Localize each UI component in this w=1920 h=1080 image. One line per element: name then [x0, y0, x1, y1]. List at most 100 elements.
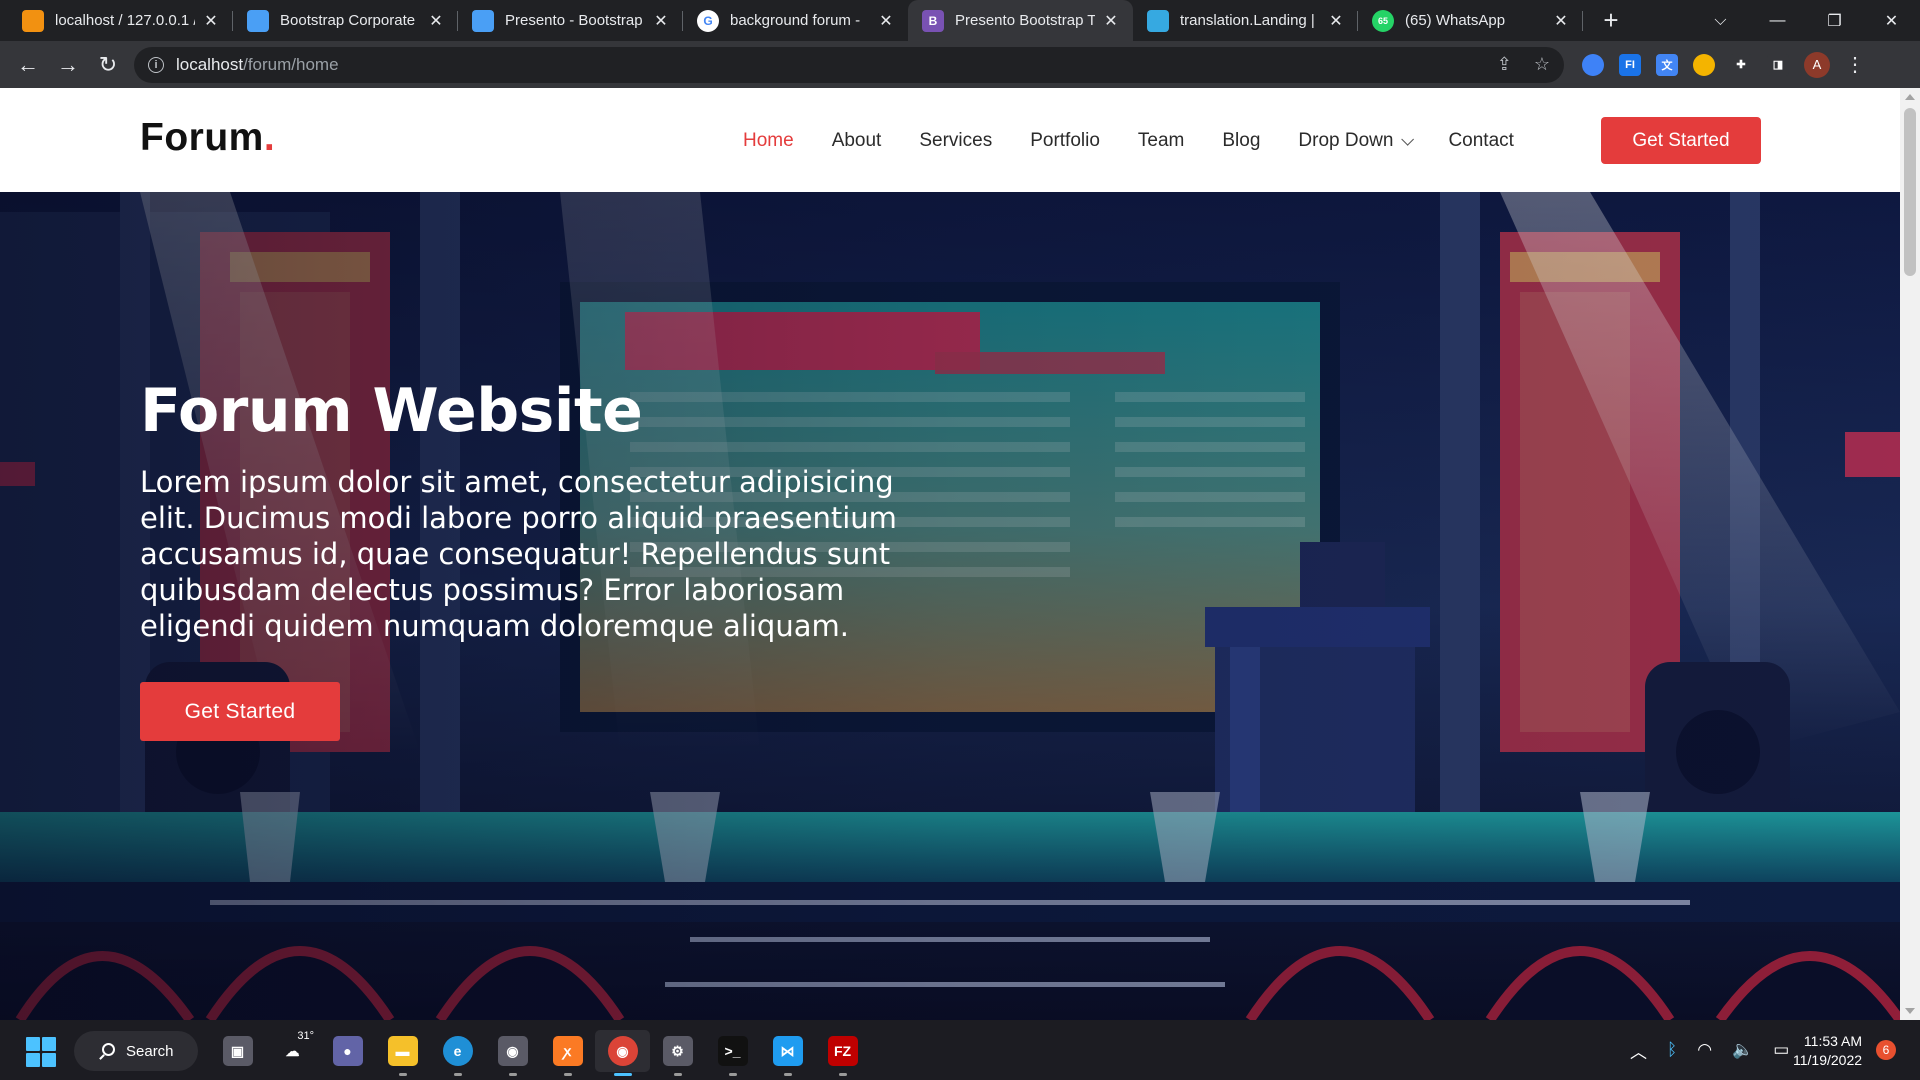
nav-portfolio[interactable]: Portfolio — [1030, 130, 1100, 152]
hero-content: Forum Website Lorem ipsum dolor sit amet… — [140, 376, 940, 741]
main-nav: Home About Services Portfolio Team Blog Drop D… — [743, 118, 1552, 164]
tab-close-icon[interactable]: ✕ — [426, 11, 446, 31]
browser-tab[interactable]: 65 (65) WhatsApp ✕ — [1358, 0, 1583, 41]
bluetooth-icon[interactable]: ᛒ — [1667, 1040, 1677, 1060]
browser-toolbar: ← → ↻ i localhost/forum/home ⇪ ☆ FI 文 ✚ ◨ A ⋮ — [0, 41, 1920, 88]
taskbar-app[interactable]: FZ — [815, 1030, 870, 1076]
tab-search-chevron-icon[interactable]: ⌵ — [1692, 0, 1749, 41]
tab-close-icon[interactable]: ✕ — [1101, 11, 1121, 31]
nav-label: Team — [1137, 130, 1185, 151]
tab-close-icon[interactable]: ✕ — [651, 11, 671, 31]
taskbar-app[interactable]: ⋈ — [760, 1030, 815, 1076]
running-indicator — [728, 1073, 737, 1076]
taskbar-app[interactable]: ꭗ — [540, 1030, 595, 1076]
wifi-icon[interactable]: ◠ — [1697, 1040, 1712, 1060]
battery-icon[interactable]: ▭ — [1773, 1040, 1789, 1060]
edge-icon: e — [442, 1036, 473, 1066]
site-info-icon[interactable]: i — [148, 56, 164, 73]
scrollbar-thumb[interactable] — [1904, 108, 1916, 276]
nav-drop-down[interactable]: Drop Down — [1298, 130, 1415, 152]
translate-extension-icon[interactable]: 文 — [1656, 53, 1678, 76]
nav-services[interactable]: Services — [919, 130, 992, 152]
hero-title: Forum Website — [140, 376, 643, 446]
browser-tab-strip: localhost / 127.0.0.1 /✕ Bootstrap Corpor… — [0, 0, 1920, 41]
xampp-icon: ꭗ — [552, 1036, 583, 1066]
edge-icon — [1147, 9, 1169, 32]
logo-dot: . — [263, 116, 276, 159]
windows-taskbar: Search ▣ ☁ 31° ● ▬ e ◉ ꭗ ◉ ⚙ >_ ⋈ FZ ︿ ᛒ ◠ 🔈 ▭ 11:53… — [0, 1020, 1920, 1080]
taskbar-app[interactable]: ▣ — [210, 1030, 265, 1072]
taskbar-search[interactable]: Search — [74, 1031, 198, 1071]
address-bar[interactable]: i localhost/forum/home ⇪ ☆ — [134, 46, 1564, 83]
taskbar-search-label: Search — [126, 1042, 174, 1060]
terminal-icon: >_ — [717, 1036, 748, 1066]
nav-blog[interactable]: Blog — [1222, 130, 1260, 152]
coin-extension-icon[interactable] — [1693, 53, 1715, 76]
site-logo[interactable]: Forum. — [140, 116, 275, 160]
close-window-button[interactable]: ✕ — [1863, 0, 1920, 41]
taskbar-app[interactable]: ◉ — [595, 1030, 650, 1076]
share-icon[interactable]: ⇪ — [1497, 54, 1512, 75]
task-view-icon: ▣ — [222, 1036, 253, 1066]
tab-title: (65) WhatsApp — [1405, 12, 1506, 29]
taskbar-app[interactable]: ◉ — [485, 1030, 540, 1076]
hero-section: Forum Website Lorem ipsum dolor sit amet… — [0, 192, 1900, 1020]
taskbar-app[interactable]: ⚙ — [650, 1030, 705, 1076]
start-button-windows-icon[interactable] — [26, 1037, 56, 1067]
browser-tab[interactable]: Presento - Bootstrap ✕ — [458, 0, 683, 41]
tab-title: Presento - Bootstrap — [505, 12, 643, 29]
taskbar-app[interactable]: ▬ — [375, 1030, 430, 1076]
browser-tab[interactable]: B Presento Bootstrap Te ✕ — [908, 0, 1133, 41]
browser-tab[interactable]: Bootstrap Corporate ✕ — [233, 0, 458, 41]
tab-close-icon[interactable]: ✕ — [1326, 11, 1346, 31]
browser-tab[interactable]: Gbackground forum - ✕ — [683, 0, 908, 41]
notification-badge[interactable]: 6 — [1876, 1040, 1896, 1060]
show-hidden-icons-chevron-icon[interactable]: ︿ — [1630, 1038, 1647, 1063]
side-panel-icon[interactable]: ◨ — [1767, 53, 1789, 76]
chevron-down-icon — [1401, 132, 1415, 146]
back-button[interactable]: ← — [8, 45, 48, 85]
color-picker-icon[interactable] — [1582, 53, 1604, 76]
nav-label: Services — [919, 130, 993, 151]
taskbar-app[interactable]: ☁ 31° — [265, 1030, 320, 1072]
scroll-up-arrow-icon[interactable] — [1905, 94, 1915, 100]
volume-icon[interactable]: 🔈 — [1732, 1040, 1753, 1060]
nav-team[interactable]: Team — [1138, 130, 1184, 152]
vscode-icon: ⋈ — [772, 1036, 803, 1066]
search-icon — [102, 1043, 115, 1056]
header-get-started-button[interactable]: Get Started — [1601, 117, 1761, 164]
reload-button[interactable]: ↻ — [88, 45, 128, 85]
nav-label: About — [831, 130, 882, 151]
phpmyadmin-icon — [22, 9, 44, 32]
tab-close-icon[interactable]: ✕ — [1551, 11, 1571, 31]
scroll-down-arrow-icon[interactable] — [1905, 1008, 1915, 1014]
nav-home[interactable]: Home — [743, 130, 794, 152]
bookmark-star-icon[interactable]: ☆ — [1534, 54, 1550, 75]
extensions-area: FI 文 ✚ ◨ A ⋮ — [1582, 51, 1865, 78]
nav-label: Contact — [1448, 130, 1514, 151]
hero-get-started-button[interactable]: Get Started — [140, 682, 340, 741]
hero-description: Lorem ipsum dolor sit amet, consectetur … — [140, 465, 897, 643]
fl-extension-icon[interactable]: FI — [1619, 53, 1641, 76]
taskbar-app[interactable]: e — [430, 1030, 485, 1076]
nav-label: Portfolio — [1030, 130, 1100, 151]
taskbar-clock[interactable]: 11:53 AM 11/19/2022 — [1793, 1032, 1862, 1070]
nav-contact[interactable]: Contact — [1448, 130, 1513, 152]
new-tab-button[interactable]: + — [1591, 0, 1631, 41]
profile-avatar[interactable]: A — [1804, 51, 1830, 78]
taskbar-app[interactable]: ● — [320, 1030, 375, 1072]
restore-button[interactable]: ❐ — [1806, 0, 1863, 41]
browser-tab[interactable]: translation.Landing | ✕ — [1133, 0, 1358, 41]
browser-menu-icon[interactable]: ⋮ — [1845, 52, 1865, 77]
tab-close-icon[interactable]: ✕ — [876, 11, 896, 31]
page-scrollbar[interactable] — [1900, 88, 1920, 1020]
minimize-button[interactable]: — — [1749, 0, 1806, 41]
browser-tab[interactable]: localhost / 127.0.0.1 / ✕ — [8, 0, 233, 41]
puzzle-icon[interactable]: ✚ — [1730, 53, 1752, 76]
tab-title: localhost / 127.0.0.1 / — [55, 12, 195, 29]
settings-icon: ⚙ — [662, 1036, 693, 1066]
taskbar-app[interactable]: >_ — [705, 1030, 760, 1076]
forward-button[interactable]: → — [48, 45, 88, 85]
tab-close-icon[interactable]: ✕ — [201, 11, 221, 31]
nav-about[interactable]: About — [832, 130, 882, 152]
